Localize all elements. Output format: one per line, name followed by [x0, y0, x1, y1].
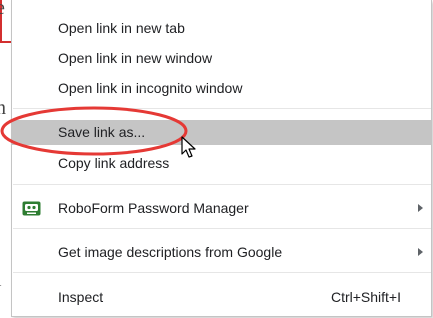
menu-item-copy-link-address[interactable]: Copy link address: [12, 151, 431, 176]
menu-item-label: Copy link address: [58, 155, 170, 171]
menu-item-inspect[interactable]: Inspect Ctrl+Shift+I: [12, 285, 431, 310]
menu-item-label: Inspect: [58, 289, 104, 305]
menu-separator: [13, 108, 431, 109]
chevron-right-icon: [418, 204, 423, 212]
menu-item-label: Get image descriptions from Google: [58, 244, 283, 260]
menu-item-open-new-tab[interactable]: Open link in new tab: [12, 16, 431, 41]
context-menu: Open link in new tab Open link in new wi…: [11, 0, 432, 317]
menu-item-open-incognito[interactable]: Open link in incognito window: [12, 76, 431, 101]
chevron-right-icon: [418, 248, 423, 256]
menu-item-shortcut: Ctrl+Shift+I: [330, 289, 401, 305]
background-text-fragment: n: [0, 97, 6, 119]
roboform-icon: [22, 201, 41, 216]
screen: e n : l Open link in new tab Open link i…: [0, 0, 433, 318]
menu-separator: [13, 272, 431, 273]
background-text-fragment: l: [0, 270, 2, 290]
menu-separator: [13, 184, 431, 185]
menu-item-label: Open link in incognito window: [58, 80, 243, 96]
menu-item-label: RoboForm Password Manager: [58, 200, 249, 216]
menu-item-roboform[interactable]: RoboForm Password Manager: [12, 196, 431, 221]
menu-item-open-new-window[interactable]: Open link in new window: [12, 46, 431, 71]
mouse-pointer-icon: [181, 136, 196, 158]
menu-item-label: Save link as...: [58, 124, 146, 140]
menu-item-save-link-as[interactable]: Save link as...: [12, 120, 431, 145]
background-text-fragment: e: [0, 0, 5, 19]
menu-separator: [13, 228, 431, 229]
menu-item-label: Open link in new window: [58, 50, 213, 66]
menu-item-label: Open link in new tab: [58, 20, 185, 36]
menu-item-image-descriptions[interactable]: Get image descriptions from Google: [12, 240, 431, 265]
